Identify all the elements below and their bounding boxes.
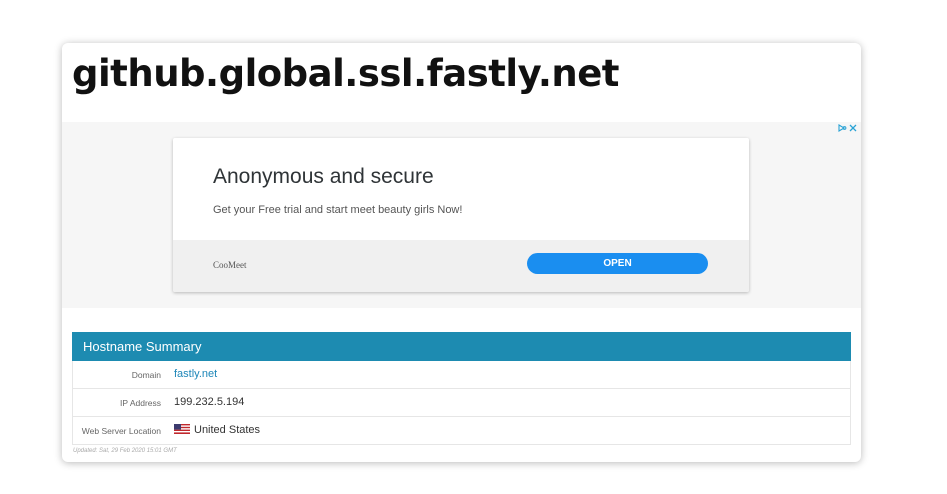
hostname-summary-table: Domain fastly.net IP Address 199.232.5.1… [72,361,851,445]
close-icon[interactable] [849,124,857,132]
row-label: Domain [131,370,161,380]
server-location-value: United States [174,424,260,436]
page-title: github.global.ssl.fastly.net [72,52,620,95]
ad-box[interactable]: Anonymous and secure Get your Free trial… [173,138,749,292]
ip-address-value: 199.232.5.194 [174,396,245,408]
us-flag-icon [174,424,190,434]
adchoices-icon[interactable] [838,124,847,132]
ad-choices[interactable] [838,124,857,132]
hostname-summary-header: Hostname Summary [72,332,851,361]
ad-container: Anonymous and secure Get your Free trial… [62,122,861,308]
server-location-text: United States [194,424,261,436]
updated-timestamp: Updated: Sat, 29 Feb 2020 15:01 GMT [73,448,177,454]
table-row-server-location: Web Server Location United States [73,417,850,445]
ad-headline[interactable]: Anonymous and secure [213,165,434,189]
ad-body-text: Get your Free trial and start meet beaut… [213,204,463,216]
row-label: IP Address [120,398,161,408]
ad-open-button[interactable]: OPEN [527,253,708,274]
table-row-ip-address: IP Address 199.232.5.194 [73,389,850,417]
row-label: Web Server Location [81,426,161,436]
content-card: github.global.ssl.fastly.net Anonymous a… [62,43,861,462]
domain-link[interactable]: fastly.net [174,368,217,380]
table-row-domain: Domain fastly.net [73,361,850,389]
ad-footer: CooMeet OPEN [173,240,749,292]
ad-brand-name: CooMeet [213,260,247,270]
